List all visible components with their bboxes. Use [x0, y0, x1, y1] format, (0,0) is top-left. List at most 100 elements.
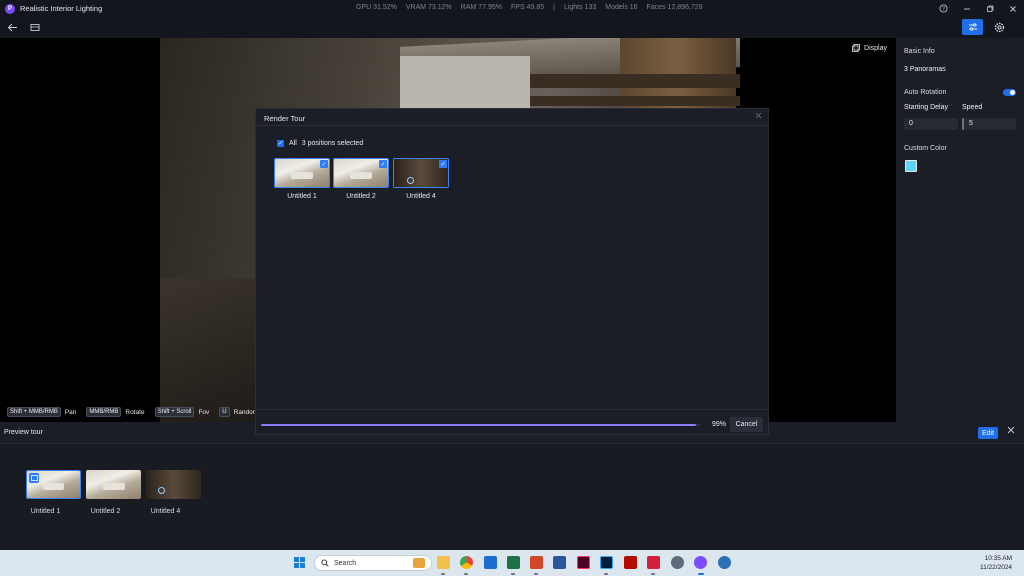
- system-clock[interactable]: 10:35 AM 11/22/2024: [980, 554, 1012, 572]
- dialog-close-button[interactable]: [755, 112, 762, 121]
- stat-separator: |: [553, 4, 555, 11]
- briefcase-icon: [413, 558, 425, 568]
- close-preview-button[interactable]: [1007, 426, 1015, 436]
- selection-count: 3 positions selected: [301, 140, 364, 147]
- basic-info-heading: Basic Info: [904, 48, 935, 55]
- realistic-lighting-app-icon[interactable]: [694, 556, 707, 569]
- render-progress-bar: [261, 424, 700, 426]
- progress-percent: 99%: [712, 421, 727, 428]
- settings-app-icon[interactable]: [671, 556, 684, 569]
- position-label: Untitled 1: [287, 193, 317, 200]
- clock-date: 11/22/2024: [980, 564, 1013, 571]
- sliders-icon: [968, 23, 977, 31]
- chrome-icon[interactable]: [460, 556, 473, 569]
- back-button[interactable]: [6, 21, 19, 34]
- render-progress-fill: [261, 424, 696, 426]
- position-thumbnail-1[interactable]: ✓: [274, 158, 330, 188]
- powerpoint-icon[interactable]: [530, 556, 543, 569]
- search-icon: [321, 559, 329, 567]
- close-window-button[interactable]: [1001, 0, 1024, 17]
- globe-app-icon[interactable]: [718, 556, 731, 569]
- gear-icon: [994, 22, 1005, 33]
- hint-label: Rotate: [125, 408, 145, 416]
- performance-stats: GPU 31.52% VRAM 73.12% RAM 77.95% FPS 49…: [356, 4, 703, 11]
- auto-rotation-toggle[interactable]: [1003, 89, 1016, 96]
- preview-thumbnail-3[interactable]: [146, 470, 201, 499]
- title-bar: P Realistic Interior Lighting GPU 31.52%…: [0, 0, 1024, 17]
- word-icon[interactable]: [553, 556, 566, 569]
- shortcut-hints: Shift + MMB/RMB Pan MMB/RMB Rotate Shift…: [7, 407, 282, 417]
- app-logo-icon: P: [5, 3, 15, 14]
- position-thumbnail-3[interactable]: ✓: [393, 158, 449, 188]
- acrobat-icon[interactable]: [624, 556, 637, 569]
- position-marker-icon: [407, 177, 414, 184]
- restore-icon: [986, 5, 993, 12]
- auto-rotation-label: Auto Rotation: [904, 89, 947, 96]
- search-placeholder: Search: [334, 559, 357, 567]
- custom-color-swatch[interactable]: [905, 160, 917, 172]
- display-button[interactable]: Display: [852, 44, 887, 52]
- checkbox-checked-icon: ✓: [439, 160, 447, 168]
- clock-time: 10:35 AM: [984, 555, 1013, 562]
- excel-icon[interactable]: [507, 556, 520, 569]
- hint-label: Fov: [198, 408, 210, 416]
- custom-color-label: Custom Color: [904, 145, 947, 152]
- edit-button[interactable]: Edit: [978, 427, 998, 439]
- dialog-footer: 99% Cancel: [256, 409, 768, 435]
- position-marker-icon: [158, 487, 165, 494]
- hint-key: Shift + Scroll: [154, 407, 195, 417]
- position-thumbnail-2[interactable]: ✓: [333, 158, 389, 188]
- panoramas-count: 3 Panoramas: [904, 66, 946, 73]
- preview-label: Untitled 1: [30, 508, 61, 515]
- app-title: Realistic Interior Lighting: [20, 4, 103, 13]
- windows-taskbar: Search 10:35 AM 11/22/2024: [0, 550, 1024, 576]
- indesign-icon[interactable]: [577, 556, 590, 569]
- speed-input[interactable]: 5: [962, 118, 1016, 130]
- hint-key: Shift + MMB/RMB: [7, 407, 61, 417]
- adjustments-button[interactable]: [962, 19, 983, 35]
- outlook-icon[interactable]: [484, 556, 497, 569]
- preview-thumbnail-2[interactable]: [86, 470, 141, 499]
- minimize-icon: [963, 8, 970, 9]
- toolbar: [0, 17, 1024, 38]
- stat-lights: Lights 133: [563, 4, 597, 11]
- display-icon: [852, 44, 860, 52]
- photoshop-icon[interactable]: [600, 556, 613, 569]
- taskbar-search[interactable]: Search: [314, 555, 432, 571]
- stat-vram: VRAM 73.12%: [405, 4, 452, 11]
- preview-thumbnail-1[interactable]: [26, 470, 81, 499]
- select-all-row: ✓ All 3 positions selected: [277, 140, 363, 147]
- cancel-button[interactable]: Cancel: [730, 417, 763, 432]
- layout-button[interactable]: [28, 21, 41, 34]
- hint-key: MMB/RMB: [86, 407, 122, 417]
- stat-faces: Faces 12,896,728: [646, 4, 703, 11]
- help-button[interactable]: ?: [932, 0, 955, 17]
- hint-key: U: [219, 407, 230, 417]
- starting-delay-input[interactable]: 0: [904, 118, 958, 130]
- render-tour-dialog: Render Tour ✓ All 3 positions selected ✓…: [255, 108, 769, 435]
- preview-label: Untitled 2: [90, 508, 121, 515]
- select-all-label: All: [289, 140, 297, 147]
- hint-label: Pan: [64, 408, 77, 416]
- start-button[interactable]: [294, 557, 306, 569]
- close-icon: [1007, 426, 1015, 434]
- checkbox-checked-icon: ✓: [379, 160, 387, 168]
- maximize-button[interactable]: [978, 0, 1001, 17]
- adobe-reader-icon[interactable]: [647, 556, 660, 569]
- stat-gpu: GPU 31.52%: [356, 4, 397, 11]
- speed-label: Speed: [962, 104, 983, 111]
- close-icon: [1009, 5, 1016, 12]
- svg-text:?: ?: [942, 6, 945, 12]
- properties-panel: Basic Info 3 Panoramas Auto Rotation Sta…: [896, 38, 1024, 422]
- stat-fps: FPS 49.85: [511, 4, 545, 11]
- minimize-button[interactable]: [955, 0, 978, 17]
- position-label: Untitled 2: [346, 193, 376, 200]
- preview-label: Untitled 4: [150, 508, 181, 515]
- file-explorer-icon[interactable]: [437, 556, 450, 569]
- select-all-checkbox[interactable]: ✓: [277, 140, 284, 147]
- display-label: Display: [864, 44, 887, 52]
- close-icon: [755, 112, 762, 119]
- settings-button[interactable]: [993, 21, 1006, 34]
- panorama-icon: [29, 473, 39, 483]
- checkbox-checked-icon: ✓: [320, 160, 328, 168]
